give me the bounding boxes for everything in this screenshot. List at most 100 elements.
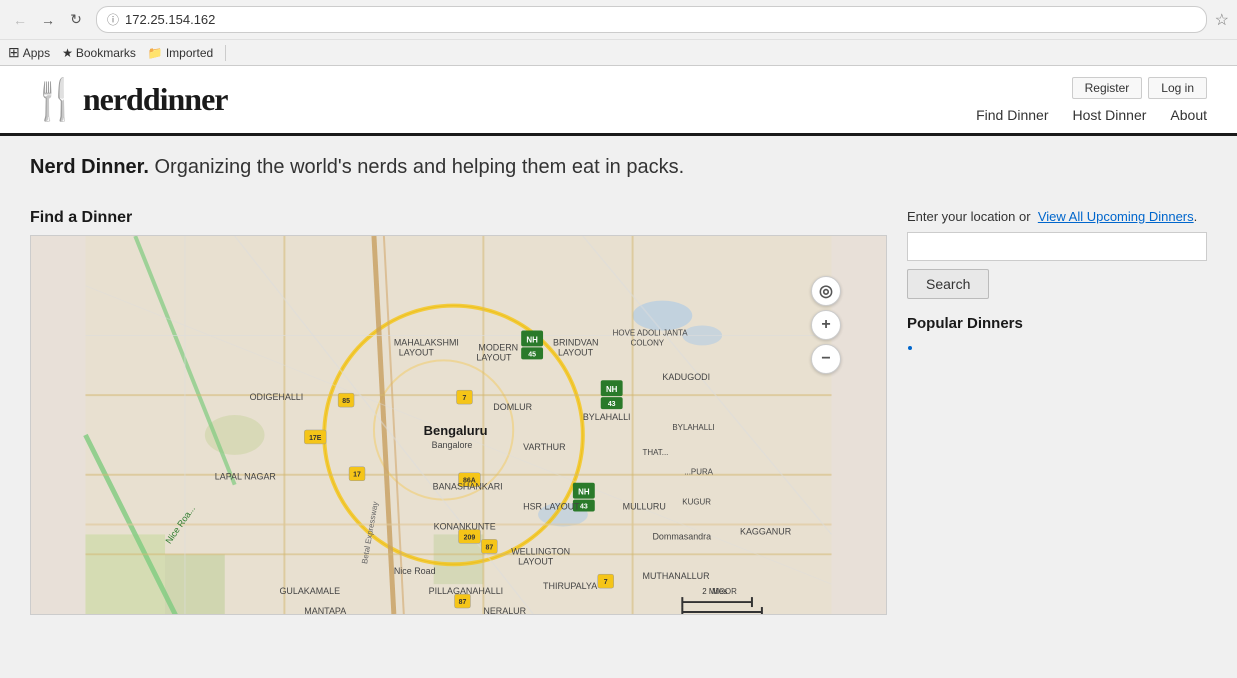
svg-text:45: 45: [528, 351, 536, 358]
svg-text:43: 43: [608, 401, 616, 408]
hero-section: Nerd Dinner. Organizing the world's nerd…: [0, 136, 1237, 209]
svg-text:NH: NH: [606, 385, 618, 394]
hero-text: Nerd Dinner. Organizing the world's nerd…: [30, 156, 1207, 179]
svg-text:Dommasandra: Dommasandra: [652, 531, 711, 541]
apps-label: Apps: [23, 46, 50, 60]
brand-name: Nerd Dinner.: [30, 156, 149, 178]
svg-text:COLONY: COLONY: [631, 338, 665, 347]
refresh-button[interactable]: ↻: [64, 8, 88, 32]
browser-toolbar: ← → ↻ ⓘ ☆: [0, 0, 1237, 39]
svg-text:KUGUR: KUGUR: [682, 498, 711, 507]
map-container: NH 45 NH 43 NH 43 7 85: [30, 235, 887, 615]
about-nav-link[interactable]: About: [1170, 107, 1207, 123]
header-right: Register Log in Find Dinner Host Dinner …: [976, 77, 1207, 123]
url-input[interactable]: [125, 12, 1196, 27]
svg-text:KAGGANUR: KAGGANUR: [740, 526, 792, 536]
svg-text:THAT...: THAT...: [643, 448, 669, 457]
svg-text:Nice Road: Nice Road: [394, 566, 436, 576]
location-prompt: Enter your location or View All Upcoming…: [907, 209, 1207, 224]
svg-text:LAYOUT: LAYOUT: [476, 352, 512, 362]
svg-text:THIRUPALYA: THIRUPALYA: [543, 581, 597, 591]
svg-text:KADUGODI: KADUGODI: [662, 372, 710, 382]
svg-text:43: 43: [580, 504, 588, 511]
register-button[interactable]: Register: [1072, 77, 1143, 99]
main-nav: Find Dinner Host Dinner About: [976, 107, 1207, 123]
map-title: Find a Dinner: [30, 209, 887, 227]
svg-text:MUTHANALLUR: MUTHANALLUR: [643, 571, 711, 581]
svg-text:7: 7: [604, 579, 608, 586]
svg-text:7: 7: [463, 395, 467, 402]
forward-button[interactable]: →: [36, 8, 60, 32]
svg-text:MAHALAKSHMI: MAHALAKSHMI: [394, 337, 459, 347]
page: 🍴 nerddinner Register Log in Find Dinner…: [0, 66, 1237, 645]
svg-text:HOVE ADOLI JANTA: HOVE ADOLI JANTA: [613, 328, 689, 337]
svg-text:NERALUR: NERALUR: [483, 606, 526, 614]
nav-buttons: ← → ↻: [8, 8, 88, 32]
main-content: Find a Dinner: [0, 209, 1237, 645]
info-icon: ⓘ: [107, 11, 119, 28]
bookmark-star-button[interactable]: ☆: [1215, 10, 1229, 30]
locate-button[interactable]: ◎: [811, 276, 841, 306]
bookmarks-bar: ⊞ Apps ★ Bookmarks 📁 Imported: [0, 39, 1237, 65]
logo-icon: 🍴: [30, 76, 75, 123]
folder-icon: 📁: [148, 46, 163, 60]
bookmarks-label: Bookmarks: [76, 46, 136, 60]
svg-text:...PURA: ...PURA: [684, 468, 713, 477]
svg-text:LAYOUT: LAYOUT: [518, 556, 554, 566]
popular-dinners-title: Popular Dinners: [907, 315, 1207, 332]
svg-text:87: 87: [485, 544, 493, 551]
login-button[interactable]: Log in: [1148, 77, 1207, 99]
svg-text:NH: NH: [578, 488, 590, 497]
svg-text:BRINDVAN: BRINDVAN: [553, 337, 599, 347]
svg-text:2 Miles: 2 Miles: [702, 587, 727, 596]
zoom-in-button[interactable]: +: [811, 310, 841, 340]
address-bar: ⓘ: [96, 6, 1207, 33]
logo-area: 🍴 nerddinner: [30, 76, 228, 123]
svg-text:GULAKAMALE: GULAKAMALE: [279, 586, 340, 596]
svg-text:Bangalore: Bangalore: [432, 440, 473, 450]
svg-text:LAYOUT: LAYOUT: [558, 347, 594, 357]
popular-list-item[interactable]: [923, 340, 1207, 355]
svg-text:17E: 17E: [309, 435, 322, 442]
svg-text:Bengaluru: Bengaluru: [424, 423, 488, 438]
apps-bookmark[interactable]: ⊞ Apps: [8, 44, 50, 61]
svg-text:MULLURU: MULLURU: [623, 502, 666, 512]
svg-text:BYLAHALLI: BYLAHALLI: [583, 412, 631, 422]
sidebar: Enter your location or View All Upcoming…: [907, 209, 1207, 615]
search-button[interactable]: Search: [907, 269, 989, 299]
svg-text:MANTAPA: MANTAPA: [304, 606, 346, 614]
tagline: Organizing the world's nerds and helping…: [149, 156, 684, 178]
imported-bookmark[interactable]: 📁 Imported: [148, 46, 213, 60]
back-button[interactable]: ←: [8, 8, 32, 32]
map-controls: ◎ + −: [811, 276, 841, 374]
svg-text:WELLINGTON: WELLINGTON: [511, 546, 570, 556]
browser-chrome: ← → ↻ ⓘ ☆ ⊞ Apps ★ Bookmarks 📁 Imported: [0, 0, 1237, 66]
auth-buttons: Register Log in: [1072, 77, 1207, 99]
svg-text:HSR LAYOUT: HSR LAYOUT: [523, 502, 580, 512]
svg-text:LAPAL NAGAR: LAPAL NAGAR: [215, 472, 277, 482]
svg-text:17: 17: [353, 472, 361, 479]
svg-text:PILLAGANAHALLI: PILLAGANAHALLI: [429, 586, 504, 596]
imported-label: Imported: [166, 46, 213, 60]
host-dinner-nav-link[interactable]: Host Dinner: [1072, 107, 1146, 123]
svg-text:BYLAHALLI: BYLAHALLI: [672, 423, 714, 432]
bookmarks-bookmark[interactable]: ★ Bookmarks: [62, 46, 136, 60]
find-dinner-nav-link[interactable]: Find Dinner: [976, 107, 1048, 123]
svg-text:85: 85: [342, 398, 350, 405]
svg-text:NH: NH: [526, 335, 538, 344]
zoom-out-button[interactable]: −: [811, 344, 841, 374]
svg-text:MODERN: MODERN: [478, 342, 518, 352]
map-svg: NH 45 NH 43 NH 43 7 85: [31, 236, 886, 614]
star-icon: ★: [62, 46, 73, 60]
location-input[interactable]: [907, 232, 1207, 261]
apps-grid-icon: ⊞: [8, 44, 20, 61]
map-section: Find a Dinner: [30, 209, 887, 615]
view-all-link[interactable]: View All Upcoming Dinners: [1038, 209, 1194, 224]
svg-text:VARTHUR: VARTHUR: [523, 442, 566, 452]
site-header: 🍴 nerddinner Register Log in Find Dinner…: [0, 66, 1237, 136]
popular-list: [907, 340, 1207, 355]
svg-text:DOMLUR: DOMLUR: [493, 402, 532, 412]
svg-text:ODIGEHALLI: ODIGEHALLI: [250, 392, 304, 402]
svg-text:KONANKUNTE: KONANKUNTE: [434, 521, 496, 531]
svg-text:87: 87: [459, 599, 467, 606]
